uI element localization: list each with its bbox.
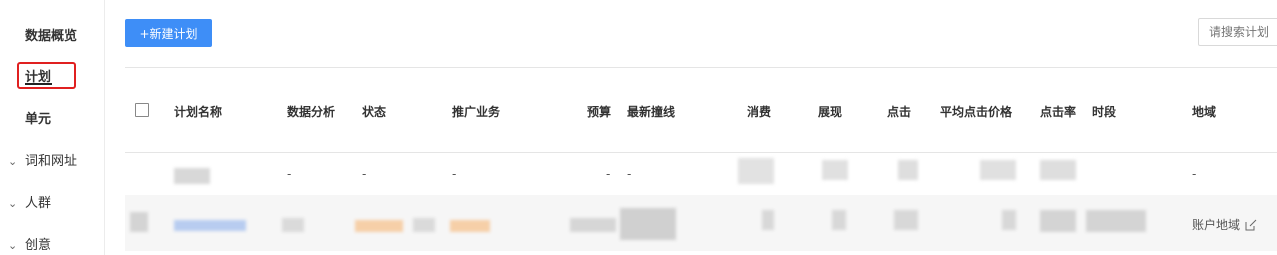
blurred-cell	[1040, 160, 1076, 180]
header-name[interactable]: 计划名称	[174, 103, 222, 120]
cell-region: -	[1192, 167, 1197, 181]
header-region[interactable]: 地域	[1192, 103, 1216, 120]
header-avg-cpc[interactable]: 平均点击价格	[940, 103, 1012, 120]
select-all-checkbox[interactable]	[135, 103, 149, 117]
header-divider	[125, 152, 1277, 153]
blurred-cell	[738, 158, 774, 184]
blurred-cell	[832, 210, 846, 230]
account-region-link[interactable]: 账户地域	[1192, 216, 1257, 233]
status-badge	[355, 220, 403, 232]
chevron-down-icon: ⌄	[8, 197, 18, 210]
blurred-cell	[570, 218, 616, 232]
header-clicks[interactable]: 点击	[887, 103, 911, 120]
sidebar-group-keywords[interactable]: ⌄ 词和网址	[8, 150, 77, 169]
sidebar-group-label: 人群	[25, 196, 52, 211]
blurred-cell	[898, 160, 918, 180]
active-indicator	[25, 83, 52, 85]
sidebar: 数据概览 计划 单元 ⌄ 词和网址 ⌄ 人群 ⌄ 创意	[0, 0, 105, 255]
blurred-cell	[1040, 210, 1076, 232]
header-impressions[interactable]: 展现	[818, 103, 842, 120]
header-budget[interactable]: 预算	[587, 103, 611, 120]
sidebar-item-overview[interactable]: 数据概览	[25, 25, 77, 44]
blurred-cell	[620, 208, 676, 240]
blurred-cell	[762, 210, 774, 230]
region-link-label: 账户地域	[1192, 218, 1241, 232]
cell-latest: -	[627, 167, 632, 181]
blurred-cell	[130, 212, 148, 232]
sidebar-group-audience[interactable]: ⌄ 人群	[8, 192, 51, 211]
blurred-cell	[174, 168, 210, 184]
header-status[interactable]: 状态	[362, 103, 386, 120]
edit-icon[interactable]	[1245, 219, 1257, 231]
header-latest[interactable]: 最新撞线	[627, 103, 675, 120]
blurred-cell	[413, 218, 435, 232]
search-input[interactable]	[1198, 18, 1277, 46]
sidebar-item-unit[interactable]: 单元	[25, 108, 51, 127]
header-ctr[interactable]: 点击率	[1040, 103, 1076, 120]
blurred-cell	[980, 160, 1016, 180]
sidebar-group-label: 词和网址	[25, 154, 78, 169]
sidebar-group-label: 创意	[25, 238, 52, 253]
cell-status: -	[362, 167, 367, 181]
header-schedule[interactable]: 时段	[1092, 103, 1116, 120]
chevron-down-icon: ⌄	[8, 155, 18, 168]
blurred-cell	[894, 210, 918, 230]
blurred-cell	[1086, 210, 1146, 232]
cell-analysis: -	[287, 167, 292, 181]
chevron-down-icon: ⌄	[8, 239, 18, 252]
blurred-cell	[282, 218, 304, 232]
header-analysis: 数据分析	[287, 105, 336, 119]
new-plan-button[interactable]: +新建计划	[125, 19, 212, 47]
cell-budget: -	[606, 167, 611, 181]
sidebar-group-creative[interactable]: ⌄ 创意	[8, 234, 51, 253]
toolbar-divider	[125, 67, 1277, 68]
plan-name-link[interactable]	[174, 220, 246, 231]
cell-business: -	[452, 167, 457, 181]
blurred-cell	[1002, 210, 1016, 230]
header-cost[interactable]: 消费	[747, 103, 771, 120]
header-business[interactable]: 推广业务	[452, 103, 500, 120]
business-badge	[450, 220, 490, 232]
blurred-cell	[822, 160, 848, 180]
